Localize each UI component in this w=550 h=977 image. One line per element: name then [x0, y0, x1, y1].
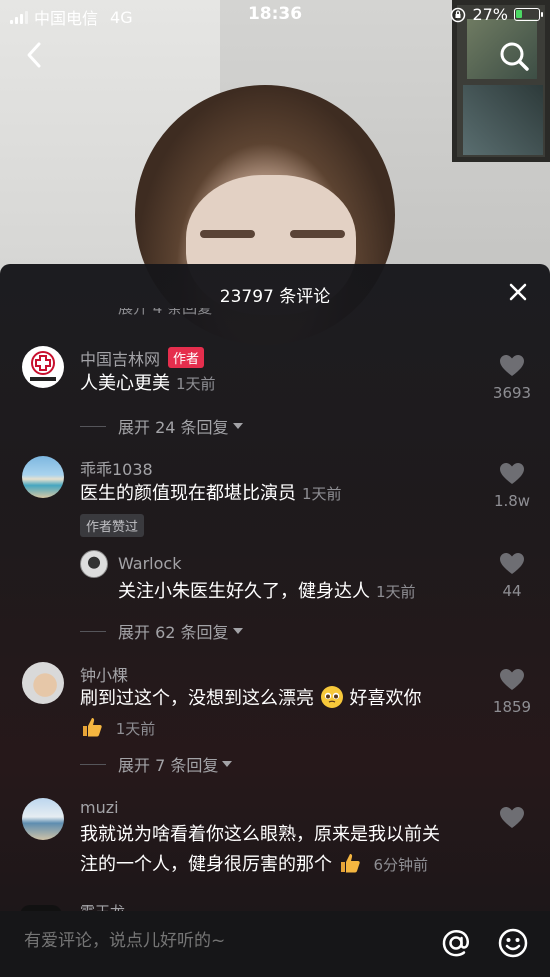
- username-text[interactable]: 中国吉林网: [80, 350, 160, 369]
- person-eyebrow-left: [200, 230, 255, 238]
- reply-item: Warlock 关注小朱医生好久了，健身达人 1天前 44 展开 62 条回复: [0, 546, 550, 646]
- comment-body[interactable]: 医生的颜值现在都堪比演员: [80, 483, 296, 504]
- comment-time: 1天前: [302, 485, 342, 503]
- divider-line: [80, 763, 106, 765]
- back-chevron-icon[interactable]: [20, 40, 50, 70]
- heart-icon: [500, 669, 524, 690]
- like-button[interactable]: 1859: [490, 668, 534, 716]
- heart-icon: [500, 553, 524, 574]
- comment-item: muzi 我就说为啥看着你这么眼熟，原来是我以前关 注的一个人，健身很厉害的那个…: [0, 796, 550, 896]
- partial-expand-replies: 展开 4 条回复: [118, 308, 213, 317]
- chevron-down-icon: [222, 761, 233, 767]
- comments-count-title: 23797 条评论: [219, 287, 331, 307]
- like-count: 44: [502, 582, 522, 600]
- comment-item: 钟小棵 刷到过这个，没想到这么漂亮 好喜欢你 1天前 1859 展开 7 条回复: [0, 660, 550, 780]
- comment-text[interactable]: 关注小朱医生好久了，健身达人 1天前: [118, 577, 416, 607]
- comments-sheet: 23797 条评论 展开 4 条回复 中国吉林网 作者 人美心更美 1天前 3693…: [0, 264, 550, 977]
- search-icon[interactable]: [498, 40, 530, 72]
- comment-time: 1天前: [376, 583, 416, 601]
- heart-icon: [500, 355, 524, 376]
- comment-body[interactable]: 刷到过这个，没想到这么漂亮: [80, 688, 314, 709]
- comment-input[interactable]: [24, 931, 404, 951]
- expand-replies-button[interactable]: 展开 62 条回复: [80, 619, 243, 643]
- comment-username[interactable]: Warlock: [118, 554, 181, 573]
- comment-body[interactable]: 人美心更美: [80, 373, 170, 394]
- divider-line: [80, 630, 106, 632]
- thumbs-up-emoji-icon: [340, 854, 360, 873]
- like-button[interactable]: [490, 806, 534, 830]
- like-button[interactable]: 44: [490, 552, 534, 600]
- like-count: 1859: [492, 698, 532, 716]
- comment-time: 1天前: [176, 375, 216, 393]
- heart-icon: [500, 807, 524, 828]
- author-badge: 作者: [168, 347, 205, 368]
- like-button[interactable]: 3693: [490, 354, 534, 402]
- like-count: 1.8w: [493, 492, 531, 510]
- thumbs-up-emoji-icon: [83, 718, 102, 737]
- avatar[interactable]: [22, 346, 64, 388]
- expand-replies-label[interactable]: 展开 7 条回复: [118, 752, 218, 776]
- comment-body[interactable]: 我就说为啥看着你这么眼熟，原来是我以前关: [80, 824, 440, 845]
- chevron-down-icon: [232, 628, 243, 634]
- comment-text[interactable]: 我就说为啥看着你这么眼熟，原来是我以前关 注的一个人，健身很厉害的那个 6分钟前: [80, 820, 490, 880]
- expand-replies-button[interactable]: 展开 24 条回复: [80, 414, 243, 438]
- comment-username[interactable]: 中国吉林网 作者: [80, 346, 205, 370]
- comment-body-continued[interactable]: 注的一个人，健身很厉害的那个: [80, 854, 332, 875]
- status-bar: 中国电信 4G 18:36 27%: [0, 0, 550, 30]
- pleading-face-emoji-icon: [320, 686, 343, 708]
- avatar[interactable]: [80, 550, 108, 578]
- divider-line: [80, 425, 106, 427]
- jilin-logo-icon: [30, 351, 56, 381]
- avatar[interactable]: [22, 798, 64, 840]
- orientation-lock-icon: [451, 7, 466, 22]
- comment-body[interactable]: 关注小朱医生好久了，健身达人: [118, 581, 370, 602]
- comment-text[interactable]: 刷到过这个，没想到这么漂亮 好喜欢你 1天前: [80, 684, 480, 744]
- battery-icon: [514, 8, 543, 21]
- comment-time: 6分钟前: [373, 856, 429, 874]
- comment-time: 1天前: [115, 720, 156, 738]
- comment-username[interactable]: 乖乖1038: [80, 456, 153, 480]
- comment-username-peek: 霸王龙: [80, 903, 125, 911]
- comment-body-continued[interactable]: 好喜欢你: [349, 688, 421, 709]
- avatar[interactable]: [22, 456, 64, 498]
- heart-icon: [500, 463, 524, 484]
- liked-by-author-tag: 作者赞过: [80, 514, 145, 537]
- comment-username[interactable]: muzi: [80, 798, 119, 817]
- like-button[interactable]: 1.8w: [490, 462, 534, 510]
- expand-replies-button[interactable]: 展开 7 条回复: [80, 752, 233, 776]
- chevron-down-icon: [232, 423, 243, 429]
- comment-item: 乖乖1038 医生的颜值现在都堪比演员 1天前 作者赞过 1.8w: [0, 452, 550, 537]
- expand-replies-label[interactable]: 展开 62 条回复: [118, 619, 229, 643]
- like-count: 3693: [492, 384, 532, 402]
- emoji-icon[interactable]: [497, 927, 529, 959]
- comment-item: 中国吉林网 作者 人美心更美 1天前 3693 展开 24 条回复: [0, 342, 550, 442]
- close-icon[interactable]: [508, 282, 528, 302]
- comment-input-bar: [0, 911, 550, 977]
- person-eyebrow-right: [290, 230, 345, 238]
- comment-username[interactable]: 钟小棵: [80, 662, 128, 686]
- expand-replies-label[interactable]: 展开 24 条回复: [118, 414, 229, 438]
- comment-text[interactable]: 人美心更美 1天前: [80, 369, 216, 399]
- avatar[interactable]: [22, 662, 64, 704]
- battery-percent: 27%: [472, 5, 508, 24]
- at-icon[interactable]: [440, 927, 472, 959]
- comment-text[interactable]: 医生的颜值现在都堪比演员 1天前: [80, 479, 342, 509]
- video-top-bar: [0, 36, 550, 76]
